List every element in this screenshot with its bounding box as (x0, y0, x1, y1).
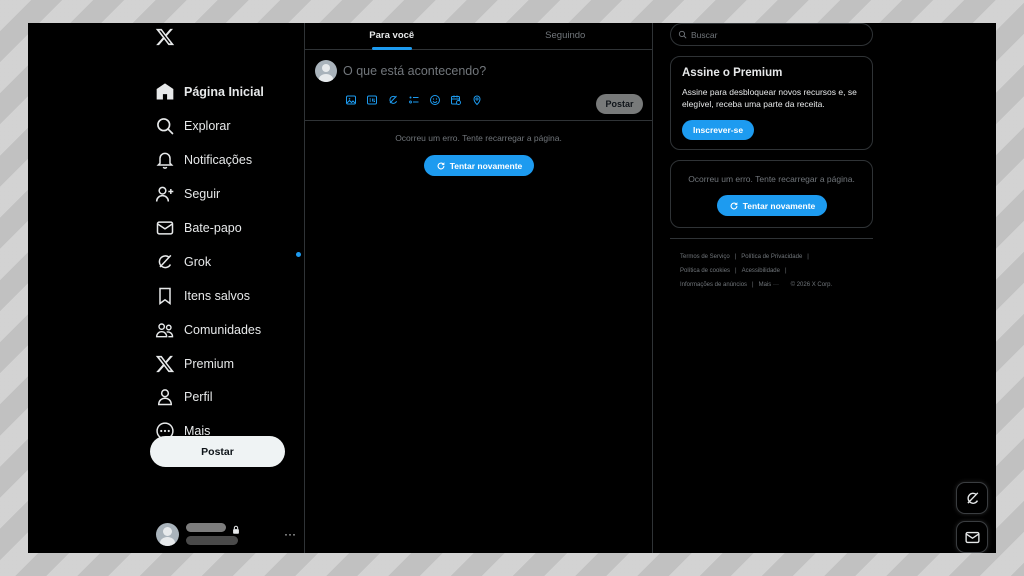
main-timeline: Para você Seguindo O que está acontecend… (305, 23, 653, 553)
tab-for-you[interactable]: Para você (305, 23, 479, 50)
sidebar-item-grok[interactable]: Grok (154, 245, 301, 279)
premium-card: Assine o Premium Assine para desbloquear… (670, 56, 873, 150)
tab-following[interactable]: Seguindo (479, 23, 653, 49)
grok-icon (154, 251, 176, 273)
envelope-icon (964, 531, 980, 543)
sidebar-item-label: Página Inicial (184, 85, 264, 99)
terms-link[interactable]: Termos de Serviço (680, 250, 730, 264)
search-icon (154, 115, 176, 137)
x-logo-icon[interactable] (155, 27, 175, 47)
divider (670, 238, 873, 239)
post-button[interactable]: Postar (150, 436, 285, 467)
premium-description: Assine para desbloquear novos recursos e… (682, 87, 857, 109)
refresh-icon (730, 201, 738, 209)
image-icon[interactable] (345, 94, 357, 106)
grok-float-button[interactable] (956, 482, 988, 514)
avatar (156, 523, 179, 546)
sidebar-item-label: Grok (184, 255, 212, 269)
account-handle-redacted (186, 536, 238, 545)
retry-label: Tentar novamente (449, 160, 523, 171)
subscribe-button[interactable]: Inscrever-se (682, 120, 754, 140)
profile-icon (154, 386, 176, 408)
timeline-error-message: Ocorreu um erro. Tente recarregar a pági… (395, 133, 562, 143)
sidebar-item-home[interactable]: Página Inicial (154, 75, 299, 109)
trends-card: Ocorreu um erro. Tente recarregar a pági… (670, 160, 873, 228)
ads-info-link[interactable]: Informações de anúncios (680, 278, 747, 292)
search-icon (678, 30, 687, 39)
compose-post-button[interactable]: Postar (596, 94, 643, 114)
app-window: Página Inicial Explorar Notificações Seg… (28, 23, 996, 553)
search-input[interactable] (691, 29, 861, 40)
footer-links: Termos de Serviço | Política de Privacida… (680, 250, 870, 292)
tab-label: Seguindo (545, 30, 586, 41)
sidebar-item-follow[interactable]: Seguir (154, 177, 299, 211)
lock-icon (231, 522, 241, 534)
sidebar-item-label: Notificações (184, 153, 253, 167)
emoji-icon[interactable] (429, 94, 441, 106)
messages-float-button[interactable] (956, 521, 988, 553)
compose-input[interactable] (343, 62, 633, 80)
avatar[interactable] (315, 60, 337, 82)
sidebar-item-label: Itens salvos (184, 289, 251, 303)
sidebar-item-label: Seguir (184, 187, 221, 201)
sidebar-item-label: Premium (184, 357, 235, 371)
home-icon (154, 81, 176, 103)
search-box (670, 23, 873, 46)
accessibility-link[interactable]: Acessibilidade (742, 264, 780, 278)
sidebar-item-label: Comunidades (184, 323, 262, 337)
envelope-icon (154, 217, 176, 239)
copyright: © 2026 X Corp. (790, 282, 833, 288)
more-link[interactable]: Mais ··· (759, 278, 779, 292)
sidebar-item-label: Explorar (184, 119, 231, 133)
sidebar-item-bookmarks[interactable]: Itens salvos (154, 279, 299, 313)
sidebar-item-explore[interactable]: Explorar (154, 109, 299, 143)
follow-icon (154, 183, 176, 205)
grok-enhance-icon[interactable] (387, 94, 399, 106)
location-icon[interactable] (471, 94, 483, 106)
sidebar-item-notifications[interactable]: Notificações (154, 143, 299, 177)
sidebar-item-label: Bate-papo (184, 221, 242, 235)
trends-error-message: Ocorreu um erro. Tente recarregar a pági… (688, 174, 855, 184)
sidebar: Página Inicial Explorar Notificações Seg… (28, 23, 305, 553)
sidebar-item-chat[interactable]: Bate-papo (154, 211, 299, 245)
sidebar-item-communities[interactable]: Comunidades (154, 313, 299, 347)
privacy-link[interactable]: Política de Privacidade (741, 250, 802, 264)
x-logo-icon (154, 353, 176, 375)
account-more-icon[interactable]: ··· (284, 527, 296, 541)
sidebar-item-label: Perfil (184, 390, 213, 404)
composer-toolbar (345, 94, 483, 106)
communities-icon (154, 319, 176, 341)
schedule-icon[interactable] (450, 94, 462, 106)
sidebar-item-premium[interactable]: Premium (154, 347, 299, 381)
timeline-tabs: Para você Seguindo (305, 23, 652, 50)
retry-button[interactable]: Tentar novamente (424, 155, 534, 176)
retry-label: Tentar novamente (742, 200, 816, 211)
gif-icon[interactable] (366, 94, 378, 106)
poll-icon[interactable] (408, 94, 420, 106)
sidebar-item-profile[interactable]: Perfil (154, 380, 299, 414)
bell-icon (154, 149, 176, 171)
grok-icon (966, 491, 978, 504)
premium-title: Assine o Premium (682, 67, 783, 79)
cookies-link[interactable]: Política de cookies (680, 264, 730, 278)
retry-button[interactable]: Tentar novamente (717, 195, 827, 216)
account-name-redacted (186, 523, 226, 532)
post-composer: Postar (305, 50, 652, 121)
account-switcher[interactable]: ··· (156, 522, 298, 548)
notification-dot (296, 252, 301, 257)
bookmark-icon (154, 285, 176, 307)
refresh-icon (437, 161, 445, 169)
